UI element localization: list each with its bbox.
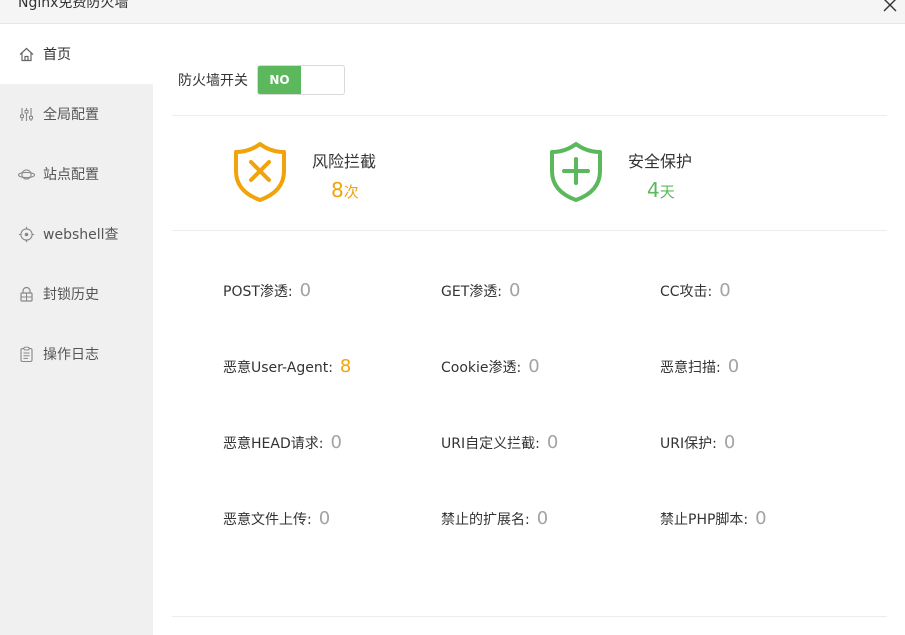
metric-get-penetration: GET渗透: 0 — [441, 280, 520, 301]
planet-icon — [18, 166, 35, 183]
sidebar-item-operation-log[interactable]: 操作日志 — [0, 324, 153, 384]
metric-value: 0 — [508, 280, 521, 301]
metric-label: 恶意文件上传: — [223, 512, 312, 528]
metric-malicious-user-agent: 恶意User-Agent: 8 — [223, 356, 351, 377]
metric-cookie-penetration: Cookie渗透: 0 — [441, 356, 540, 377]
metric-label: POST渗透: — [223, 284, 293, 300]
metric-value: 0 — [719, 280, 731, 301]
sidebar-item-label: 站点配置 — [43, 167, 99, 183]
metric-value: 0 — [727, 356, 740, 377]
title-bar: Nginx免费防火墙 — [0, 0, 905, 24]
metric-label: URI自定义拦截: — [441, 436, 540, 452]
divider — [172, 616, 887, 617]
metric-label: CC攻击: — [660, 284, 713, 300]
firewall-switch-row: 防火墙开关 NO — [178, 65, 345, 95]
crosshair-icon — [18, 226, 35, 243]
sidebar-item-block-history[interactable]: 封锁历史 — [0, 264, 153, 324]
metric-label: GET渗透: — [441, 284, 502, 300]
risk-intercept-title: 风险拦截 — [312, 152, 377, 171]
divider — [172, 115, 887, 116]
metric-value: 0 — [755, 508, 767, 529]
metric-malicious-head: 恶意HEAD请求: 0 — [223, 432, 342, 453]
metric-value: 0 — [723, 432, 736, 453]
metric-value: 0 — [299, 280, 312, 301]
metric-cc-attack: CC攻击: 0 — [660, 280, 731, 301]
metric-malicious-upload: 恶意文件上传: 0 — [223, 508, 330, 529]
sidebar-item-global-config[interactable]: 全局配置 — [0, 84, 153, 144]
security-protect-title: 安全保护 — [628, 152, 693, 171]
clipboard-icon — [18, 346, 35, 363]
metric-value: 0 — [546, 432, 559, 453]
risk-intercept-unit: 次 — [343, 183, 359, 201]
security-protect-card: 安全保护 4天 — [548, 141, 692, 203]
risk-intercept-card: 风险拦截 8次 — [232, 141, 376, 203]
divider — [172, 230, 887, 231]
metric-label: 恶意扫描: — [660, 360, 721, 376]
metric-post-penetration: POST渗透: 0 — [223, 280, 311, 301]
home-icon — [18, 46, 35, 63]
sidebar-item-label: 封锁历史 — [43, 287, 99, 303]
sidebar-item-label: webshell查 — [43, 227, 119, 243]
shield-x-icon — [234, 142, 286, 202]
sidebar: 首页 全局配置 站点配置 webshell查 封锁历史 操作日志 — [0, 24, 153, 635]
risk-intercept-value: 8 — [331, 178, 344, 202]
metric-label: URI保护: — [660, 436, 717, 452]
shield-plus-icon — [550, 142, 602, 202]
metric-value: 8 — [339, 356, 352, 377]
firewall-switch-label: 防火墙开关 — [178, 73, 248, 89]
metric-value: 0 — [528, 356, 540, 377]
sidebar-item-home[interactable]: 首页 — [0, 24, 153, 84]
sidebar-item-webshell[interactable]: webshell查 — [0, 204, 153, 264]
toggle-knob: NO — [258, 66, 301, 94]
sidebar-item-label: 全局配置 — [43, 107, 99, 123]
metric-banned-php: 禁止PHP脚本: 0 — [660, 508, 767, 529]
metric-label: 禁止的扩展名: — [441, 512, 530, 528]
lock-history-icon — [18, 286, 35, 303]
sidebar-item-label: 首页 — [43, 47, 71, 63]
metric-value: 0 — [330, 432, 342, 453]
metric-label: 恶意User-Agent: — [223, 360, 333, 376]
metric-label: Cookie渗透: — [441, 360, 522, 376]
firewall-toggle[interactable]: NO — [257, 65, 345, 95]
metric-banned-extensions: 禁止的扩展名: 0 — [441, 508, 548, 529]
metric-uri-custom-block: URI自定义拦截: 0 — [441, 432, 558, 453]
metric-label: 禁止PHP脚本: — [660, 512, 749, 528]
sliders-icon — [18, 106, 35, 123]
window-title: Nginx免费防火墙 — [18, 0, 129, 11]
sidebar-item-site-config[interactable]: 站点配置 — [0, 144, 153, 204]
metric-malicious-scan: 恶意扫描: 0 — [660, 356, 739, 377]
metric-value: 0 — [318, 508, 331, 529]
security-protect-value: 4 — [647, 178, 660, 202]
metric-label: 恶意HEAD请求: — [223, 436, 324, 452]
main-panel: 防火墙开关 NO 风险拦截 8次 安全保护 4天 POST渗透: 0 GET渗透… — [153, 24, 905, 635]
close-icon[interactable] — [879, 0, 901, 16]
metric-value: 0 — [536, 508, 549, 529]
sidebar-item-label: 操作日志 — [43, 347, 99, 363]
security-protect-unit: 天 — [659, 183, 675, 201]
metric-uri-protect: URI保护: 0 — [660, 432, 735, 453]
